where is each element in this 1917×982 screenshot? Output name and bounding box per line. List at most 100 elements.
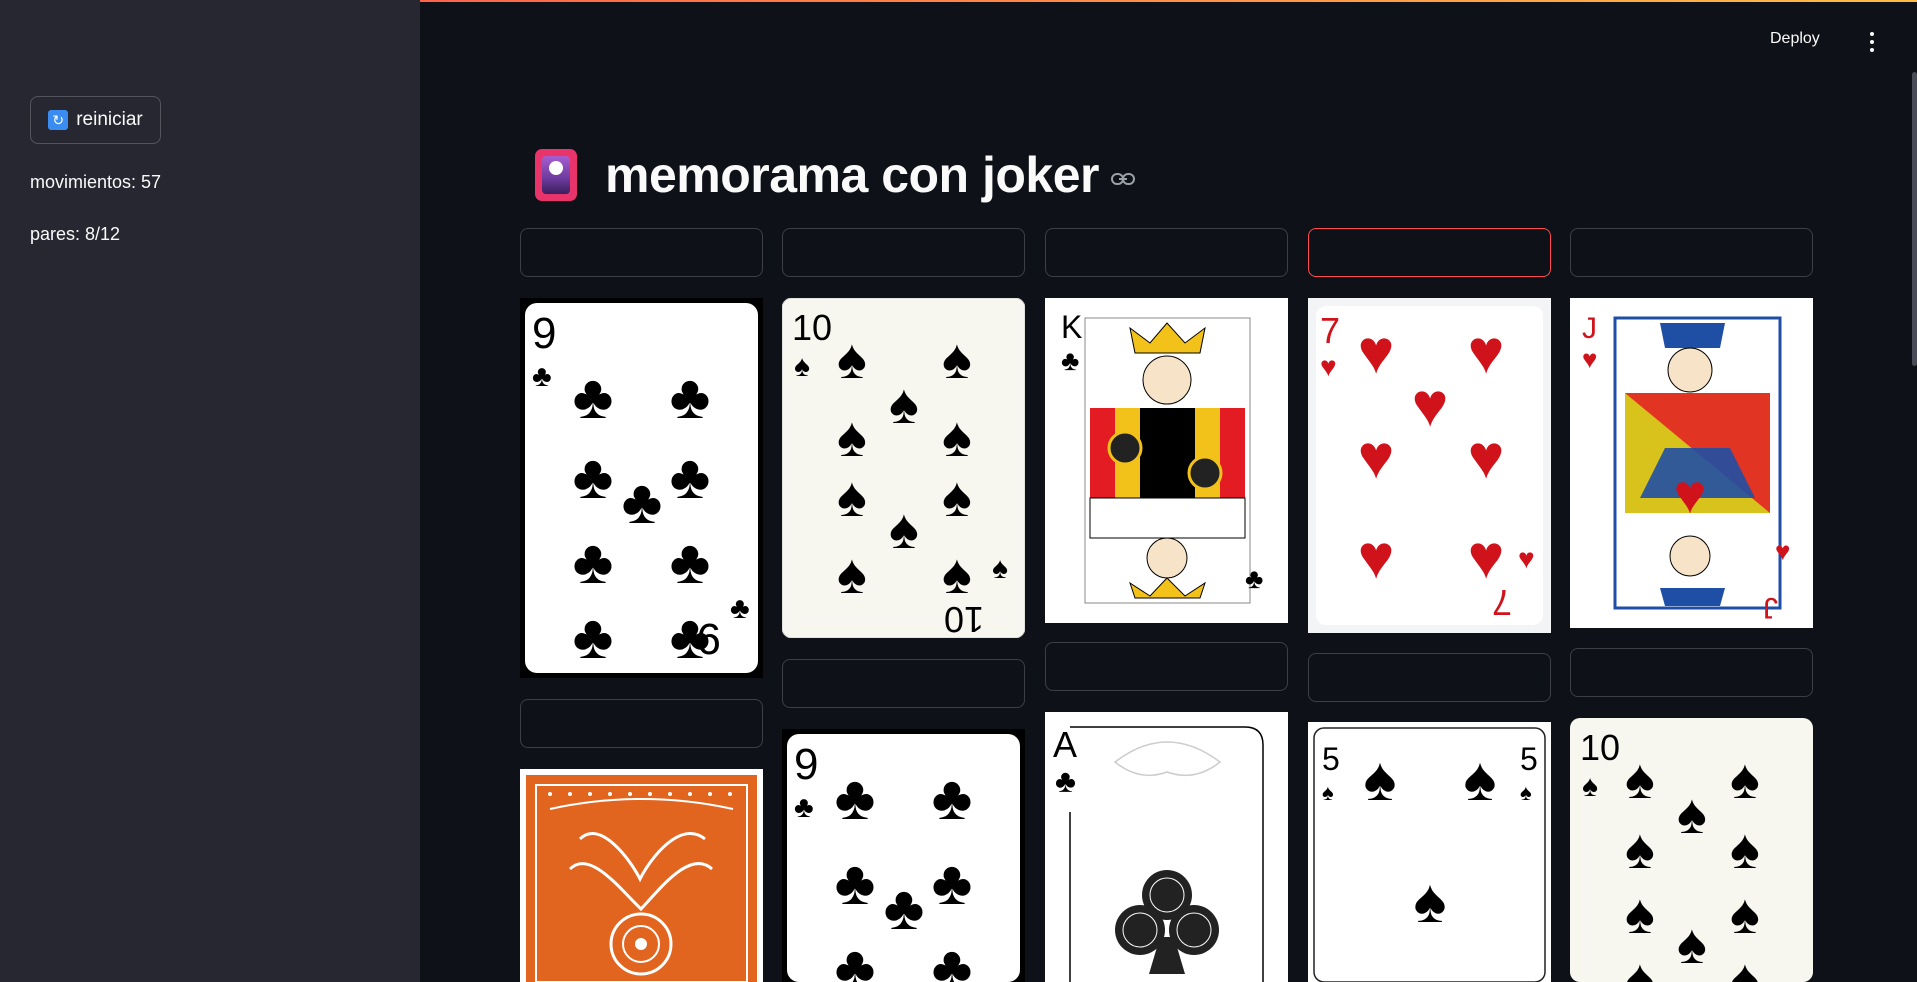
svg-text:♥: ♥ [1468,318,1505,387]
svg-text:7: 7 [1320,310,1340,351]
svg-text:♥: ♥ [1358,423,1395,492]
svg-text:♣: ♣ [670,528,711,597]
svg-text:♠: ♠ [1414,867,1447,936]
card-9-of-clubs-2: 9 ♣ ♣ ♣ ♣ ♣ ♣ ♣ ♣ [782,729,1025,982]
svg-text:♠: ♠ [889,372,919,435]
svg-text:♠: ♠ [1677,912,1707,975]
svg-text:♠: ♠ [837,465,867,528]
svg-text:K: K [1061,309,1082,345]
svg-text:♣: ♣ [573,603,614,672]
svg-text:♣: ♣ [932,849,973,918]
scrollbar-thumb[interactable] [1912,72,1917,366]
svg-text:♥: ♥ [1775,536,1790,566]
card-button-3[interactable] [1045,228,1288,277]
card-button-10[interactable] [1570,648,1813,697]
svg-text:♥: ♥ [1358,318,1395,387]
page-title-row: memorama con joker [535,145,1135,205]
svg-text:♣: ♣ [573,363,614,432]
svg-text:♠: ♠ [992,552,1008,585]
card-10-of-spades: 10 ♠ ♠ ♠ ♠ ♠ ♠ ♠ ♠ ♠ ♠ ♠ ♠ 10 [782,298,1025,638]
card-9-of-clubs: 9 ♣ ♣ ♣ ♣ ♣ ♣ ♣ ♣ ♣ ♣ ♣ 9 [520,298,763,678]
card-button-5[interactable] [1570,228,1813,277]
svg-text:9: 9 [697,614,721,663]
svg-text:♣: ♣ [835,934,876,982]
sidebar: ↻ reiniciar movimientos: 57 pares: 8/12 [0,0,420,982]
svg-text:♥: ♥ [1320,351,1337,382]
svg-text:♠: ♠ [1625,817,1655,880]
card-button-7[interactable] [782,659,1025,708]
svg-text:A: A [1053,724,1077,765]
kebab-menu-icon[interactable] [1865,30,1879,54]
card-10-of-spades-2: 10 ♠ ♠ ♠ ♠ ♠ ♠ ♠ ♠ ♠ ♠ ♠ [1570,718,1813,982]
card-back [520,769,763,982]
moves-counter: movimientos: 57 [30,172,162,192]
page-title: memorama con joker [605,147,1099,203]
svg-text:9: 9 [532,309,556,358]
refresh-icon: ↻ [48,110,69,130]
card-button-4[interactable] [1308,228,1551,277]
playing-card-icon [535,149,577,201]
link-icon[interactable] [1110,172,1135,186]
svg-text:9: 9 [794,740,818,789]
svg-text:♣: ♣ [1061,345,1079,376]
svg-text:♠: ♠ [837,405,867,468]
card-king-of-clubs: K ♣ ♣ [1045,298,1288,623]
svg-text:7: 7 [1492,582,1512,623]
restart-button[interactable]: ↻ reiniciar [30,96,161,144]
svg-text:5: 5 [1322,741,1340,777]
svg-text:10: 10 [944,599,984,638]
svg-text:J: J [1763,591,1778,624]
svg-text:♠: ♠ [942,405,972,468]
svg-text:♠: ♠ [1364,745,1397,814]
svg-text:♠: ♠ [942,465,972,528]
svg-text:♣: ♣ [835,764,876,833]
svg-text:♥: ♥ [1468,423,1505,492]
svg-text:♣: ♣ [835,849,876,918]
svg-text:♣: ♣ [532,360,552,393]
card-7-of-hearts: 7 ♥ ♥ ♥ ♥ ♥ ♥ ♥ ♥ ♥ 7 [1308,298,1551,633]
svg-text:♣: ♣ [670,443,711,512]
card-button-1[interactable] [520,228,763,277]
svg-text:♣: ♣ [573,528,614,597]
svg-text:♥: ♥ [1518,543,1535,574]
svg-text:10: 10 [792,307,832,348]
svg-text:♠: ♠ [1730,747,1760,810]
svg-text:♥: ♥ [1674,463,1707,525]
svg-text:♣: ♣ [884,874,925,943]
svg-text:♣: ♣ [573,443,614,512]
svg-text:♠: ♠ [837,542,867,605]
svg-text:♠: ♠ [942,542,972,605]
svg-text:10: 10 [1580,727,1620,768]
card-button-6[interactable] [520,699,763,748]
svg-text:♣: ♣ [670,363,711,432]
svg-text:♥: ♥ [1468,523,1505,592]
svg-text:♣: ♣ [1055,763,1076,799]
svg-text:♠: ♠ [942,327,972,390]
svg-text:♠: ♠ [1625,882,1655,945]
card-ace-of-clubs: A ♣ [1045,712,1288,982]
svg-text:♠: ♠ [1730,817,1760,880]
svg-text:♠: ♠ [1520,780,1532,805]
svg-text:♠: ♠ [1677,782,1707,845]
card-button-8[interactable] [1045,642,1288,691]
svg-text:♠: ♠ [889,497,919,560]
deploy-button[interactable]: Deploy [1770,30,1820,48]
svg-text:♠: ♠ [1730,947,1760,982]
svg-text:♠: ♠ [1625,947,1655,982]
svg-text:♥: ♥ [1582,344,1597,374]
svg-text:♠: ♠ [1322,780,1334,805]
card-button-2[interactable] [782,228,1025,277]
svg-text:♥: ♥ [1358,523,1395,592]
svg-text:♠: ♠ [1730,882,1760,945]
svg-text:♣: ♣ [794,791,814,824]
svg-text:♠: ♠ [1582,770,1598,803]
svg-text:5: 5 [1520,741,1538,777]
card-button-9[interactable] [1308,653,1551,702]
svg-text:♣: ♣ [730,592,750,625]
svg-text:♠: ♠ [1464,745,1497,814]
svg-text:♣: ♣ [932,764,973,833]
svg-text:♣: ♣ [1245,563,1263,594]
restart-button-label: reiniciar [76,109,143,130]
svg-text:♠: ♠ [837,327,867,390]
svg-text:♠: ♠ [794,350,810,383]
